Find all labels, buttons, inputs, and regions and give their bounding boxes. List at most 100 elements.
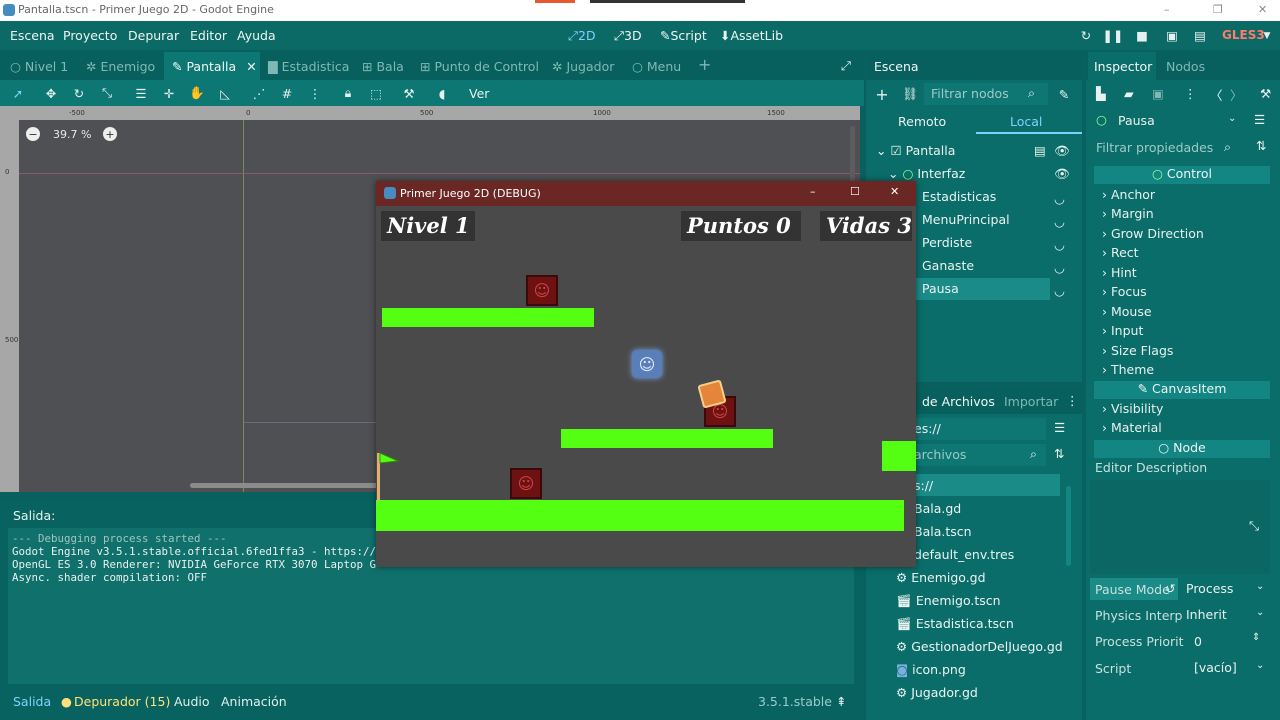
object-menu-icon[interactable]: ☰ — [1254, 112, 1265, 127]
menu-ayuda[interactable]: Ayuda — [237, 28, 276, 43]
lock-icon[interactable]: 🔒︎ — [340, 85, 356, 101]
add-tab-button[interactable]: + — [698, 52, 711, 80]
expand-text-icon[interactable]: ⤡ — [1249, 518, 1259, 534]
list-select-icon[interactable]: ☰ — [133, 85, 149, 101]
more-options-icon[interactable]: ⋮ — [307, 85, 323, 101]
tree-node-perdiste[interactable]: Perdiste — [922, 235, 972, 250]
minimize-button[interactable]: – — [1164, 3, 1170, 16]
script-attach-icon[interactable]: ✎ — [1056, 86, 1072, 102]
visibility-closed-icon[interactable]: ◡ — [1054, 191, 1065, 206]
section-control[interactable]: ○ Control — [1094, 166, 1270, 184]
move-tool-icon[interactable]: ✥ — [43, 85, 59, 101]
visibility-closed-icon[interactable]: ◡ — [1054, 260, 1065, 275]
bone-icon[interactable]: ⚒ — [401, 85, 417, 101]
tab-jugador[interactable]: ✲ Jugador — [552, 52, 614, 80]
prop-focus[interactable]: › Focus — [1102, 284, 1147, 299]
file-item[interactable]: default_env.tres — [914, 547, 1014, 562]
sort-icon[interactable]: ⇅ — [1054, 446, 1064, 461]
tree-node-pausa[interactable]: Pausa — [922, 281, 959, 296]
tab-audio[interactable]: Audio — [174, 694, 210, 709]
tab-estadistica[interactable]: ▇ Estadistica — [268, 52, 349, 80]
pivot-icon[interactable]: ✛ — [161, 85, 177, 101]
filter-files-input[interactable]: archivos ⌕ — [912, 444, 1046, 466]
tree-node-interfaz[interactable]: ⌄ ○ Interfaz — [888, 166, 965, 181]
camera-override-icon[interactable]: ◖ — [434, 85, 450, 101]
play-custom-icon[interactable]: ▤ — [1192, 27, 1208, 43]
history-back-icon[interactable]: 〈 — [1210, 85, 1223, 104]
prop-anchor[interactable]: › Anchor — [1102, 187, 1155, 202]
file-item[interactable]: 🎬︎ Enemigo.tscn — [896, 593, 1001, 609]
section-node[interactable]: ○ Node — [1094, 440, 1270, 458]
expand-panel-icon[interactable]: ⇞ — [836, 694, 846, 709]
add-node-icon[interactable]: + — [874, 85, 890, 104]
filter-properties-input[interactable]: Filtrar propiedades ⌕ — [1090, 136, 1240, 158]
file-item[interactable]: Bala.tscn — [914, 524, 972, 539]
mode-3d-button[interactable]: ⤢3D — [614, 28, 642, 44]
group-icon[interactable]: ⬚ — [368, 85, 384, 101]
rotate-tool-icon[interactable]: ↻ — [71, 85, 87, 101]
stop-icon[interactable]: ■ — [1134, 27, 1150, 43]
prop-hint[interactable]: › Hint — [1102, 265, 1137, 280]
object-selector[interactable]: ○ Pausa ⌄ — [1090, 110, 1242, 132]
prop-rect[interactable]: › Rect — [1102, 245, 1139, 260]
renderer-label[interactable]: GLES3 — [1222, 28, 1265, 42]
visibility-closed-icon[interactable]: ◡ — [1054, 214, 1065, 229]
tab-nivel-1[interactable]: ○ Nivel 1 — [10, 52, 68, 80]
pause-mode-select[interactable]: Process ⌄ — [1180, 578, 1268, 600]
tab-enemigo[interactable]: ✲ Enemigo — [86, 52, 155, 80]
reload-icon[interactable]: ↻ — [1078, 27, 1094, 43]
scene-dock-title[interactable]: Escena — [874, 59, 919, 74]
split-view-icon[interactable]: ☰ — [1054, 420, 1065, 435]
mode-script-button[interactable]: ✎Script — [660, 28, 707, 43]
mode-2d-button[interactable]: ⤢2D — [568, 28, 596, 44]
inspector-tab[interactable]: Inspector — [1094, 59, 1152, 74]
visibility-closed-icon[interactable]: ◡ — [1054, 283, 1065, 298]
menu-proyecto[interactable]: Proyecto — [63, 28, 117, 43]
tab-salida[interactable]: Salida — [13, 694, 51, 709]
prop-margin[interactable]: › Margin — [1102, 206, 1154, 221]
object-properties-icon[interactable]: ⚒ — [1260, 86, 1271, 101]
file-item[interactable]: Bala.gd — [914, 501, 961, 516]
tree-node-pantalla[interactable]: ⌄ ☑ Pantalla — [876, 143, 955, 158]
visibility-eye-icon[interactable]: 👁︎ — [1054, 143, 1070, 159]
process-priority-spinbox[interactable]: 0 ⇕ — [1190, 631, 1268, 653]
remote-tab[interactable]: Remoto — [898, 114, 946, 129]
tree-node-menuprincipal[interactable]: MenuPrincipal — [922, 212, 1010, 227]
zoom-level[interactable]: 39.7 % — [53, 128, 91, 141]
import-tab[interactable]: Importar — [1004, 394, 1058, 409]
path-field[interactable]: es:// — [912, 418, 1046, 440]
open-folder-icon[interactable]: ▰ — [1124, 86, 1134, 101]
menu-escena[interactable]: Escena — [10, 28, 55, 43]
tab-depurador[interactable]: Depurador (15) — [74, 694, 170, 709]
script-select[interactable]: [vacío] ⌄ — [1190, 657, 1268, 679]
close-window-button[interactable]: ✕ — [1258, 3, 1267, 16]
file-item[interactable]: ⚙ Enemigo.gd — [896, 570, 986, 585]
select-tool-icon[interactable]: ➚ — [10, 85, 26, 101]
tree-node-estadisticas[interactable]: Estadisticas — [922, 189, 996, 204]
file-item[interactable]: s:// — [914, 478, 933, 493]
prop-visibility[interactable]: › Visibility — [1102, 401, 1163, 416]
revert-icon[interactable]: ↺ — [1165, 581, 1175, 596]
tab-pantalla[interactable]: ✎ Pantalla ✕ — [164, 52, 260, 80]
prop-grow-direction[interactable]: › Grow Direction — [1102, 226, 1204, 241]
tab-punto-de-control[interactable]: ⊞ Punto de Control — [420, 52, 539, 80]
mode-assetlib-button[interactable]: ⬇AssetLib — [720, 28, 783, 43]
script-icon[interactable]: ▤ — [1034, 143, 1046, 158]
physics-interp-select[interactable]: Inherit ⌄ — [1180, 604, 1268, 626]
smart-snap-icon[interactable]: ⋰ — [251, 85, 267, 101]
filter-settings-icon[interactable]: ⇅ — [1256, 138, 1266, 153]
visibility-closed-icon[interactable]: ◡ — [1054, 237, 1065, 252]
link-icon[interactable]: ⛓ — [902, 86, 918, 102]
prop-size-flags[interactable]: › Size Flags — [1102, 343, 1173, 358]
ruler-tool-icon[interactable]: ◺ — [217, 85, 233, 101]
menu-editor[interactable]: Editor — [190, 28, 227, 43]
tab-animacion[interactable]: Animación — [221, 694, 287, 709]
file-item[interactable]: ⚙ GestionadorDelJuego.gd — [896, 639, 1063, 654]
prop-theme[interactable]: › Theme — [1102, 362, 1154, 377]
close-tab-icon[interactable]: ✕ — [246, 59, 256, 74]
menu-depurar[interactable]: Depurar — [128, 28, 179, 43]
nodes-tab[interactable]: Nodos — [1166, 59, 1205, 74]
visibility-eye-icon[interactable]: 👁︎ — [1054, 166, 1070, 182]
restore-button[interactable]: ❐ — [1213, 3, 1223, 16]
chevron-down-icon[interactable]: ▼ — [1262, 29, 1272, 43]
